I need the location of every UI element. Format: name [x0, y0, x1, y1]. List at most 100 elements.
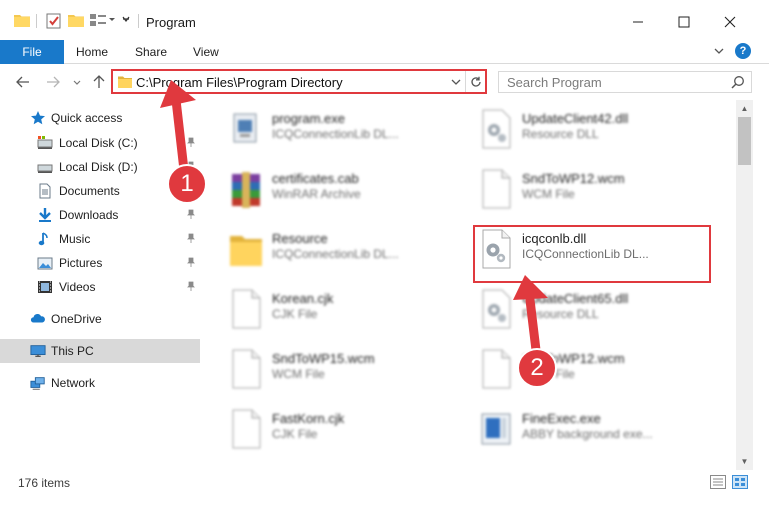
scrollbar-thumb[interactable] — [738, 117, 751, 165]
sidebar-item-network[interactable]: Network — [0, 371, 200, 395]
tab-share[interactable]: Share — [135, 45, 167, 59]
dll-icon — [478, 288, 514, 330]
file-item[interactable]: program.exe ICQConnectionLib DL... — [202, 102, 462, 158]
search-input[interactable] — [499, 72, 727, 92]
file-name: UpdateClient65.dll — [522, 291, 629, 306]
maximize-button[interactable] — [672, 10, 696, 34]
computer-icon — [30, 343, 46, 359]
file-item[interactable]: certificates.cab WinRAR Archive — [202, 162, 462, 218]
tab-view[interactable]: View — [193, 45, 219, 59]
close-button[interactable] — [718, 10, 742, 34]
file-item[interactable]: SndToWP12.wcm WCM File — [452, 342, 712, 398]
exe-icon — [228, 108, 264, 150]
file-type: WCM File — [522, 187, 575, 201]
sidebar-item-label: Local Disk (C:) — [59, 136, 138, 150]
file-type: WinRAR Archive — [272, 187, 361, 201]
properties-icon[interactable] — [46, 13, 62, 32]
address-path[interactable]: C:\Program Files\Program Directory — [136, 75, 343, 90]
status-bar: 176 items — [0, 470, 769, 494]
folder-icon[interactable] — [14, 13, 30, 30]
sidebar-item-videos[interactable]: Videos — [0, 275, 200, 299]
title-bar: Program — [0, 0, 769, 40]
sidebar-item-quick-access[interactable]: Quick access — [0, 106, 200, 130]
file-item[interactable]: FineExec.exe ABBY background exe... — [452, 402, 712, 458]
item-count: 176 items — [18, 476, 71, 490]
file-name: Korean.cjk — [272, 291, 334, 306]
minimize-button[interactable] — [626, 10, 650, 34]
sidebar-item-pictures[interactable]: Pictures — [0, 251, 200, 275]
videos-icon — [37, 279, 53, 295]
folder-icon — [118, 75, 132, 91]
file-name: SndToWP12.wcm — [522, 171, 625, 186]
minimize-icon — [633, 21, 643, 23]
up-arrow-icon[interactable] — [90, 73, 108, 91]
recent-locations-icon[interactable] — [68, 73, 86, 91]
file-name: program.exe — [272, 111, 345, 126]
document-icon — [228, 408, 264, 450]
cloud-icon — [30, 311, 46, 327]
pin-icon[interactable] — [186, 256, 196, 270]
file-type: ABBY background exe... — [522, 427, 653, 441]
annotation-badge-2: 2 — [517, 348, 557, 388]
back-arrow-icon[interactable] — [14, 73, 32, 91]
maximize-icon — [678, 16, 690, 28]
help-icon[interactable]: ? — [735, 43, 751, 59]
refresh-icon — [470, 76, 481, 87]
toolbar-divider — [36, 14, 37, 28]
scroll-up-icon[interactable]: ▲ — [736, 100, 753, 117]
file-item[interactable]: UpdateClient42.dll Resource DLL — [452, 102, 712, 158]
window-title: Program — [146, 15, 196, 30]
file-item[interactable]: UpdateClient65.dll Resource DLL — [452, 282, 712, 338]
customize-toolbar-icon[interactable] — [90, 13, 118, 30]
pin-icon[interactable] — [186, 232, 196, 246]
pin-icon[interactable] — [186, 208, 196, 222]
pin-icon[interactable] — [186, 136, 196, 150]
dll-icon — [478, 108, 514, 150]
sidebar-item-onedrive[interactable]: OneDrive — [0, 307, 200, 331]
download-icon — [37, 207, 53, 223]
ribbon-tabs: File Home Share View ? — [0, 40, 769, 64]
star-icon — [30, 110, 46, 126]
file-type: Resource DLL — [522, 307, 599, 321]
file-type: CJK File — [272, 307, 318, 321]
details-view-icon[interactable] — [710, 475, 726, 489]
chevron-down-icon[interactable] — [121, 13, 131, 27]
sidebar-item-label: This PC — [51, 344, 94, 358]
document-icon — [228, 348, 264, 390]
chevron-down-icon[interactable] — [449, 74, 463, 90]
sidebar-item-label: Documents — [59, 184, 120, 198]
tab-file[interactable]: File — [0, 40, 64, 64]
search-box[interactable] — [498, 71, 752, 93]
forward-arrow-icon[interactable] — [44, 73, 62, 91]
sidebar-item-label: Network — [51, 376, 96, 390]
address-bar[interactable]: C:\Program Files\Program Directory — [111, 69, 487, 94]
file-item[interactable]: SndToWP12.wcm WCM File — [452, 162, 712, 218]
refresh-button[interactable] — [465, 71, 485, 92]
drive-icon — [37, 135, 53, 151]
file-item[interactable]: FastKorn.cjk CJK File — [202, 402, 462, 458]
new-folder-icon[interactable] — [68, 13, 84, 30]
file-item[interactable]: Korean.cjk CJK File — [202, 282, 462, 338]
pictures-icon — [37, 255, 53, 271]
sidebar-item-downloads[interactable]: Downloads — [0, 203, 200, 227]
pin-icon[interactable] — [186, 280, 196, 294]
sidebar-item-local-disk-c[interactable]: Local Disk (C:) — [0, 131, 200, 155]
scroll-down-icon[interactable]: ▼ — [736, 453, 753, 470]
sidebar-item-label: Pictures — [59, 256, 103, 270]
large-icons-view-icon[interactable] — [732, 475, 748, 489]
file-type: ICQConnectionLib DL... — [272, 247, 399, 261]
search-icon[interactable] — [731, 75, 745, 92]
file-name: FineExec.exe — [522, 411, 601, 426]
file-name: UpdateClient42.dll — [522, 111, 629, 126]
vertical-scrollbar[interactable]: ▲ ▼ — [736, 100, 753, 470]
archive-icon — [228, 168, 264, 210]
file-type: Resource DLL — [522, 127, 599, 141]
sidebar-item-music[interactable]: Music — [0, 227, 200, 251]
drive-icon — [37, 159, 53, 175]
expand-ribbon-icon[interactable] — [712, 44, 726, 61]
file-item[interactable]: SndToWP15.wcm WCM File — [202, 342, 462, 398]
tab-home[interactable]: Home — [76, 45, 108, 59]
folder-icon — [228, 228, 264, 270]
file-item[interactable]: Resource ICQConnectionLib DL... — [202, 222, 462, 278]
sidebar-item-this-pc[interactable]: This PC — [0, 339, 200, 363]
